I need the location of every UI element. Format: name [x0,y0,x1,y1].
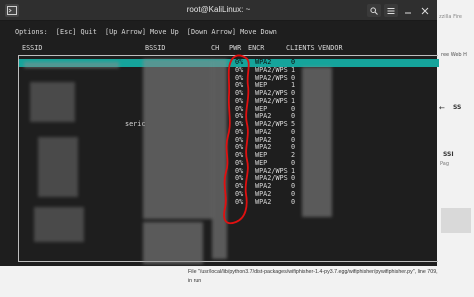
search-icon [370,7,378,15]
access-point-row[interactable]: 0% WPA2 0 [19,136,439,145]
minimize-button[interactable] [401,4,415,17]
browser-block [441,208,471,233]
access-point-row[interactable]: seric 0% WPA2/WPS 5 [19,120,439,129]
access-point-row[interactable]: 0% WPA2/WPS 1 [19,167,439,176]
access-point-row[interactable]: 0% WEP 0 [19,105,439,114]
access-point-row[interactable]: 0% WPA2 0 [19,113,439,121]
browser-heading-fragment: SS [453,104,462,111]
hamburger-menu-button[interactable] [384,4,398,17]
header-ch: CH [211,44,220,52]
browser-text-fragment: ree Web H [441,52,467,58]
pwr-cell: 0% [235,197,244,206]
search-button[interactable] [367,4,381,17]
access-point-row[interactable]: 0% WPA2 0 [19,182,439,191]
redacted-essid [24,62,119,68]
close-button[interactable] [418,4,432,17]
browser-tab-fragment: zzilla Fire [439,14,462,20]
redacted-vendor [302,67,332,217]
access-point-row[interactable]: 0% WEP 0 [19,159,439,168]
traceback-in-run: in run [188,278,202,284]
header-encr: ENCR [248,44,265,52]
background-browser-strip: zzilla Fire ree Web H ← SS SSI Pag [437,0,474,297]
terminal-content[interactable]: Options: [Esc] Quit [Up Arrow] Move Up [… [0,22,439,266]
options-line: Options: [Esc] Quit [Up Arrow] Move Up [… [15,28,277,36]
minimize-icon [405,12,411,14]
access-point-row[interactable]: 0% WEP 2 [19,151,439,160]
browser-small-fragment: Pag [440,161,450,167]
redacted-essid [38,137,78,197]
header-pwr: PWR [229,44,242,52]
redacted-bssid [143,59,213,219]
access-point-row[interactable]: 0% WPA2 0 [19,128,439,137]
access-point-row[interactable]: 0% WEP 1 [19,82,439,90]
access-point-row[interactable]: 0% WPA2 0 [19,197,439,207]
clients-cell: 0 [291,197,296,206]
access-point-row[interactable]: 0% WPA2 0 [19,144,439,152]
background-output-strip: File "/usr/local/lib/python3.7/dist-pack… [0,266,474,297]
redacted-channel [212,59,227,259]
header-bssid: BSSID [145,44,166,52]
traceback-file-line: File "/usr/local/lib/python3.7/dist-pack… [188,269,438,275]
header-clients: CLIENTS [286,44,315,52]
header-essid: ESSID [22,44,43,52]
header-vendor: VENDOR [318,44,343,52]
redacted-essid [34,207,84,242]
close-icon [421,7,429,15]
browser-heading-fragment-2: SSI [443,151,454,158]
access-point-row[interactable]: 0% WPA2/WPS 0 [19,74,439,83]
redacted-bssid [143,222,203,264]
access-point-row[interactable]: 0% WPA2 0 [19,190,439,199]
access-point-row[interactable]: 0% WPA2/WPS 0 [19,175,439,183]
terminal-titlebar[interactable]: root@KaliLinux: ~ [0,0,437,21]
redacted-essid [30,82,75,122]
back-arrow-icon[interactable]: ← [439,104,445,112]
terminal-window[interactable]: root@KaliLinux: ~ Options: [Esc] Quit [U… [0,0,439,266]
hamburger-icon [387,8,395,14]
access-point-row[interactable]: 0% WPA2/WPS 1 [19,97,439,106]
encr-cell: WPA2 [255,197,272,206]
access-point-row[interactable]: 0% WPA2/WPS 0 [19,89,439,98]
